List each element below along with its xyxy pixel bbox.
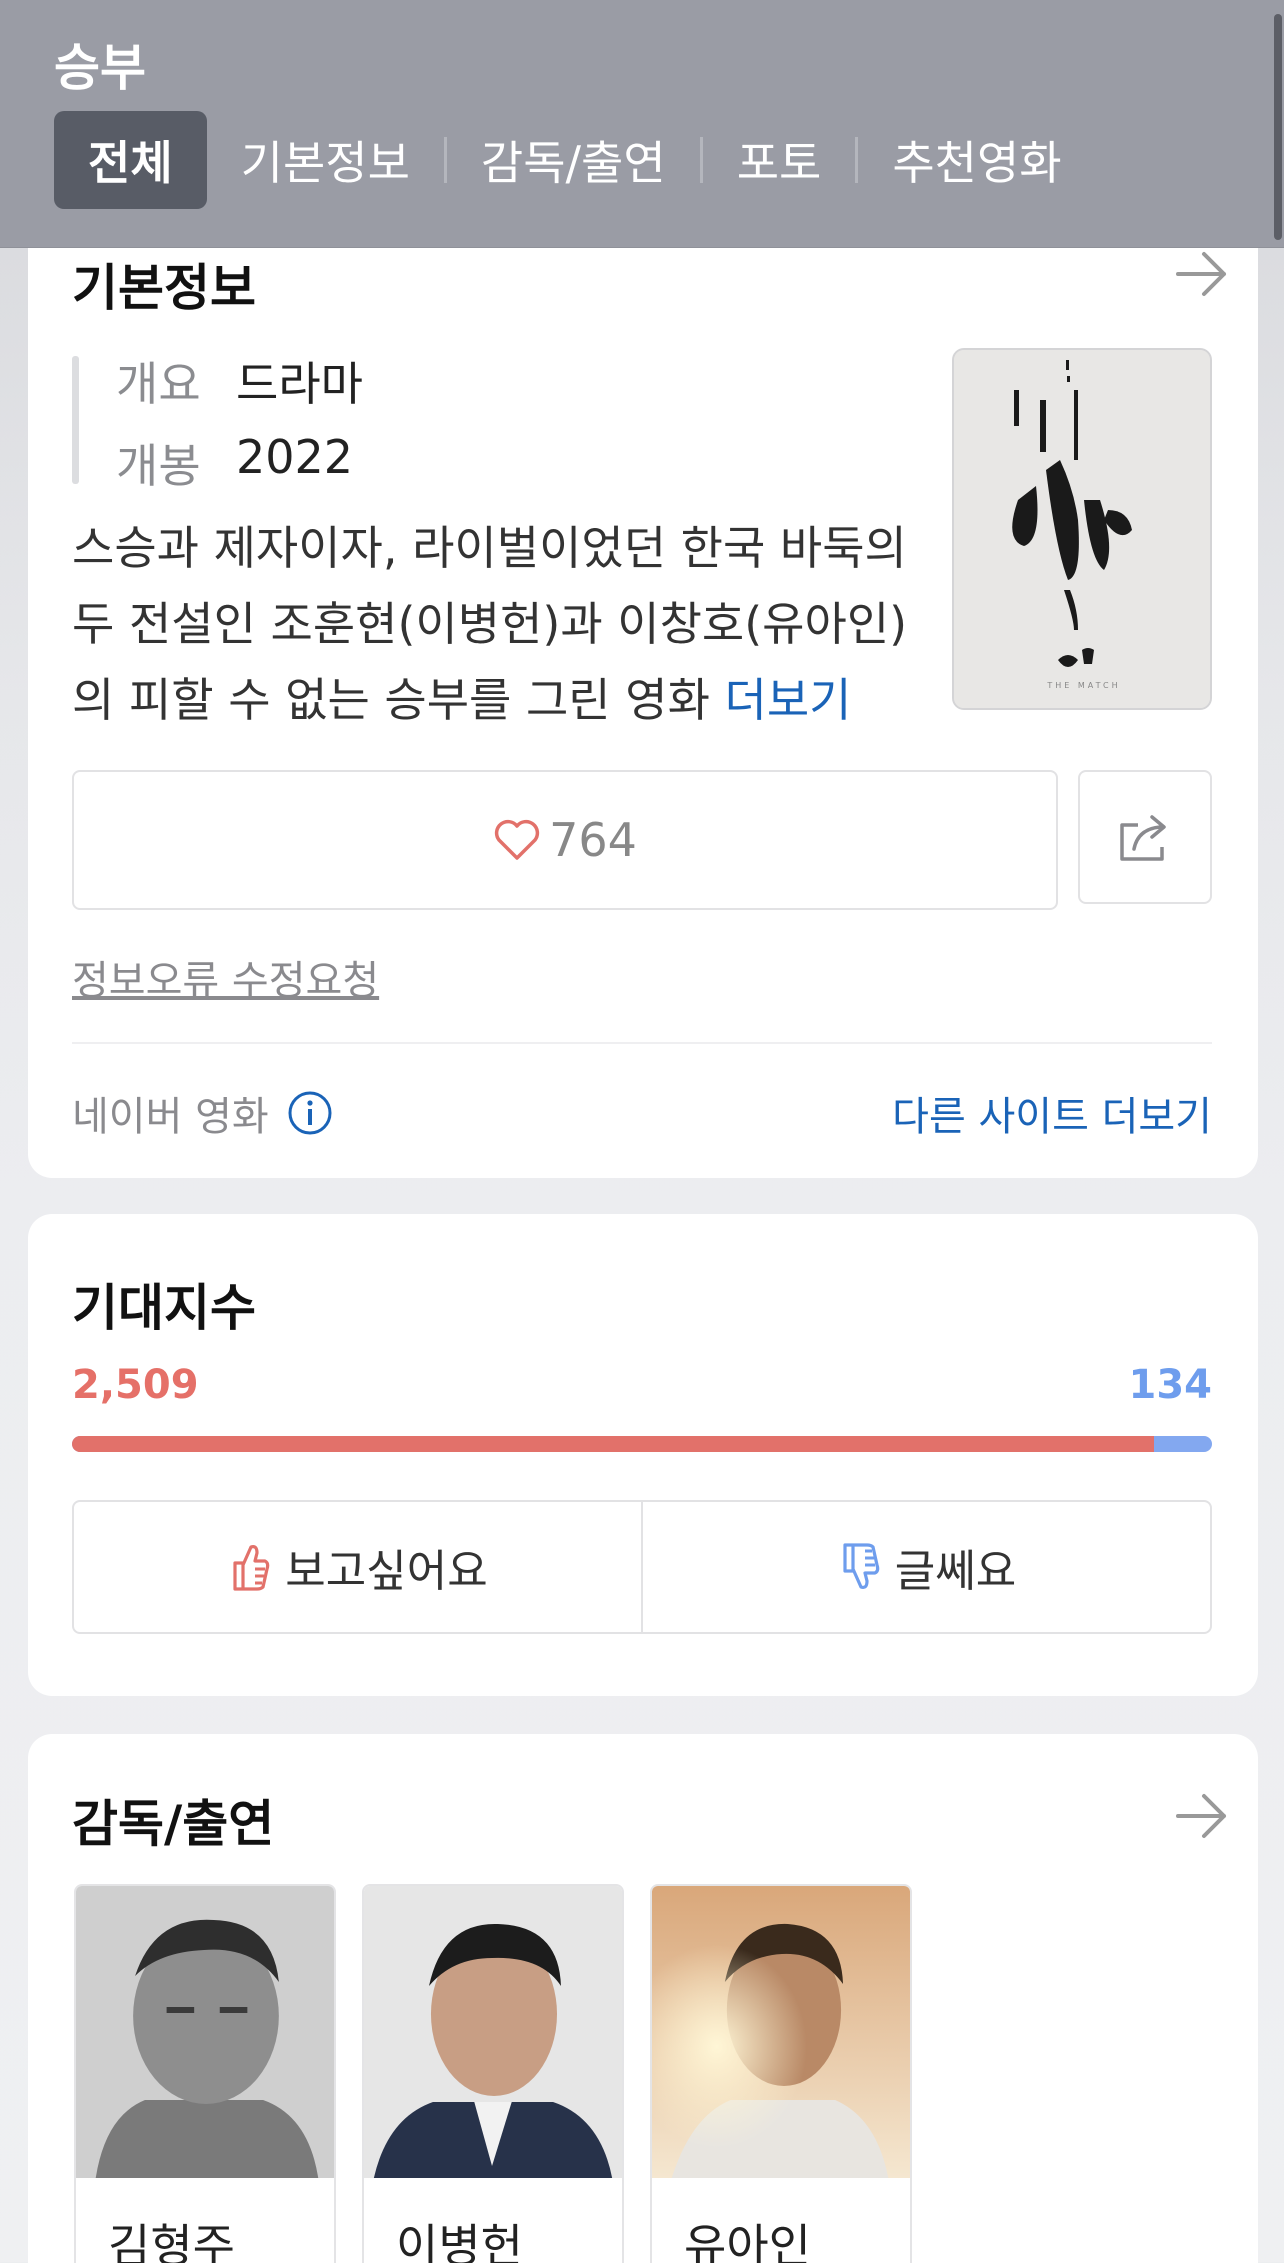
synopsis-line: 두 전설인 조훈현(이병헌)과 이창호(유아인) bbox=[72, 597, 908, 651]
person-name: 유아인 bbox=[684, 2219, 811, 2263]
info-icon[interactable] bbox=[287, 1090, 333, 1136]
section-title-expectation: 기대지수 bbox=[72, 1279, 256, 1337]
info-label: 개봉 bbox=[116, 439, 201, 493]
synopsis-line: 스승과 제자이자, 라이벌이었던 한국 바둑의 bbox=[72, 521, 907, 575]
want-to-see-button[interactable]: 보고싶어요 bbox=[74, 1502, 641, 1632]
not-sure-count: 134 bbox=[1128, 1362, 1213, 1408]
basic-info-card: 기본정보 개요 드라마 개봉 2022 THE MATCH 스승과 제자이자, … bbox=[28, 200, 1258, 1178]
share-button[interactable] bbox=[1078, 770, 1212, 904]
more-link[interactable]: 더보기 bbox=[725, 673, 852, 727]
not-sure-button[interactable]: 글쎄요 bbox=[641, 1502, 1210, 1632]
tab-recommended[interactable]: 추천영화 bbox=[858, 111, 1095, 209]
person-name: 이병헌 bbox=[396, 2219, 523, 2263]
top-header: 승부 전체 기본정보 감독/출연 포토 추천영화 bbox=[0, 0, 1284, 248]
thumbs-down-icon bbox=[843, 1543, 880, 1589]
info-value: 드라마 bbox=[236, 357, 363, 411]
tab-director-cast[interactable]: 감독/출연 bbox=[447, 111, 700, 209]
heart-icon bbox=[494, 819, 540, 860]
person-name: 김형주 bbox=[108, 2219, 235, 2263]
not-sure-label: 글쎄요 bbox=[894, 1546, 1017, 1597]
scrollbar[interactable] bbox=[1274, 14, 1282, 240]
cast-card: 감독/출연 김형주 이병헌 유아인 bbox=[28, 1734, 1258, 2263]
cast-list: 김형주 이병헌 유아인 bbox=[74, 1884, 938, 2263]
vote-buttons: 보고싶어요 글쎄요 bbox=[72, 1500, 1212, 1634]
movie-synopsis: 스승과 제자이자, 라이벌이었던 한국 바둑의 두 전설인 조훈현(이병헌)과 … bbox=[72, 510, 932, 738]
tab-photo[interactable]: 포토 bbox=[703, 111, 856, 209]
arrow-right-icon[interactable] bbox=[1174, 1788, 1230, 1844]
gauge-fill-want bbox=[72, 1436, 1154, 1452]
cast-item[interactable]: 이병헌 bbox=[362, 1884, 624, 2263]
info-label: 개요 bbox=[116, 357, 201, 411]
like-button[interactable]: 764 bbox=[72, 770, 1058, 910]
section-title-basic-info: 기본정보 bbox=[72, 259, 256, 317]
person-photo bbox=[652, 1886, 910, 2178]
expectation-gauge bbox=[72, 1436, 1212, 1452]
source-label: 네이버 영화 bbox=[72, 1084, 333, 1142]
synopsis-line-last: 의 피할 수 없는 승부를 그린 영화 더보기 bbox=[72, 662, 932, 738]
cast-item[interactable]: 김형주 bbox=[74, 1884, 336, 2263]
person-photo bbox=[364, 1886, 622, 2178]
person-photo bbox=[76, 1886, 334, 2178]
expectation-card: 기대지수 2,509 134 보고싶어요 글쎄요 bbox=[28, 1214, 1258, 1696]
section-title-cast: 감독/출연 bbox=[72, 1795, 275, 1853]
page-title: 승부 bbox=[54, 39, 146, 97]
info-accent-bar bbox=[72, 356, 79, 484]
info-row-genre: 개요 드라마 bbox=[116, 348, 363, 414]
info-value: 2022 bbox=[236, 430, 354, 484]
report-error-link[interactable]: 정보오류 수정요청 bbox=[72, 948, 379, 1006]
info-row-release: 개봉 2022 bbox=[116, 430, 353, 496]
poster-art: THE MATCH bbox=[954, 350, 1210, 708]
divider bbox=[72, 1042, 1212, 1044]
tab-basic-info[interactable]: 기본정보 bbox=[207, 111, 444, 209]
cast-item[interactable]: 유아인 bbox=[650, 1884, 912, 2263]
arrow-right-icon[interactable] bbox=[1174, 246, 1230, 302]
want-count: 2,509 bbox=[72, 1362, 199, 1408]
other-sites-link[interactable]: 다른 사이트 더보기 bbox=[892, 1084, 1212, 1142]
movie-poster[interactable]: THE MATCH bbox=[952, 348, 1212, 710]
like-count: 764 bbox=[549, 813, 637, 867]
tab-all[interactable]: 전체 bbox=[54, 111, 207, 209]
poster-caption: THE MATCH bbox=[1046, 681, 1120, 690]
thumbs-up-icon bbox=[233, 1545, 270, 1591]
share-icon bbox=[1120, 815, 1166, 861]
want-label: 보고싶어요 bbox=[285, 1546, 488, 1597]
synopsis-line: 의 피할 수 없는 승부를 그린 영화 bbox=[72, 673, 710, 727]
tab-bar: 전체 기본정보 감독/출연 포토 추천영화 bbox=[54, 110, 1096, 210]
source-name: 네이버 영화 bbox=[72, 1094, 269, 1140]
